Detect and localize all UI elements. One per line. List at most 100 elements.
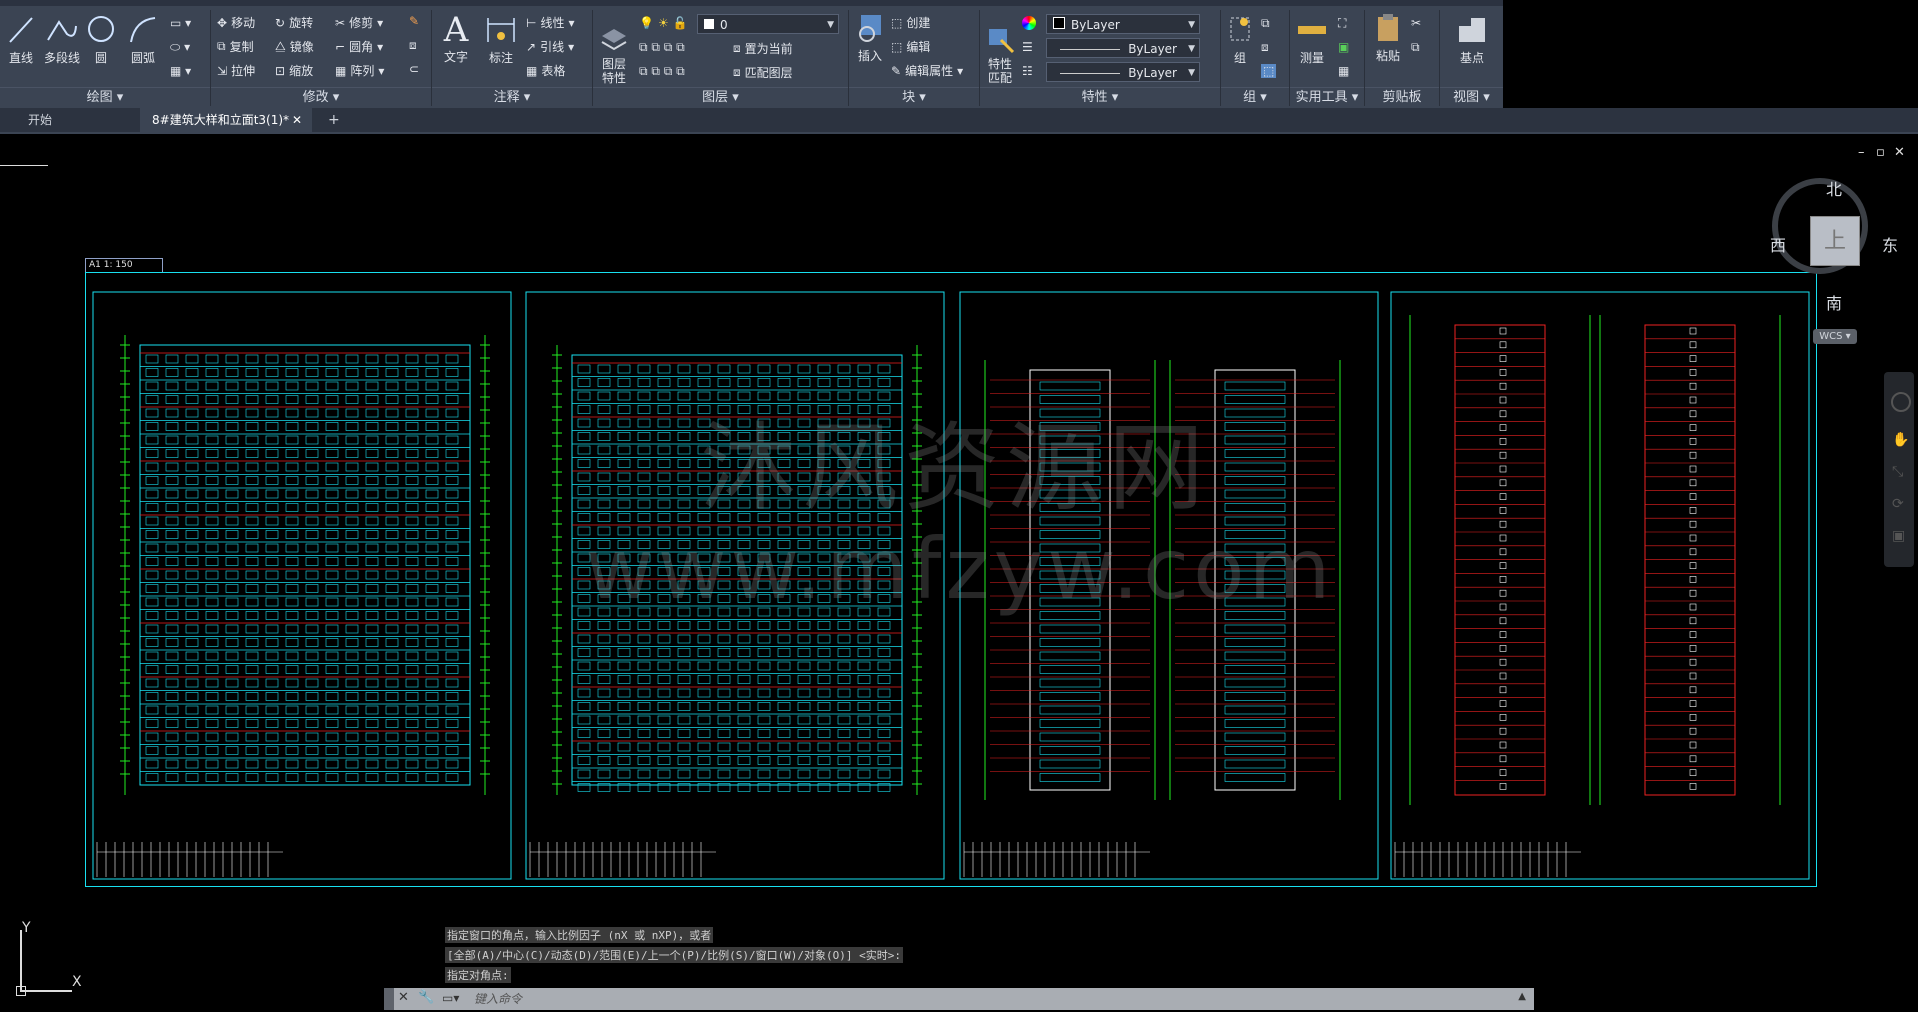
- viewcube-south[interactable]: 南: [1826, 290, 1842, 314]
- window: [797, 621, 811, 630]
- watermark-text: 沐风资源网: [700, 412, 1210, 524]
- section-detail: [1499, 700, 1507, 707]
- section-detail: [1689, 727, 1697, 735]
- window: [697, 702, 711, 711]
- window: [677, 499, 691, 509]
- window-band: [1039, 746, 1101, 755]
- window: [857, 364, 871, 374]
- window: [405, 746, 419, 755]
- zoom-icon[interactable]: ⤡: [1892, 464, 1903, 480]
- window: [205, 570, 219, 580]
- window: [165, 692, 179, 701]
- window: [245, 516, 259, 526]
- window: [305, 462, 319, 472]
- window: [205, 719, 219, 728]
- window: [205, 395, 219, 404]
- pan-icon[interactable]: ✋: [1892, 432, 1909, 448]
- window: [225, 395, 239, 404]
- window: [165, 435, 179, 445]
- window: [245, 503, 259, 512]
- window: [365, 516, 379, 526]
- window: [265, 516, 279, 526]
- window: [425, 746, 439, 755]
- wcs-dropdown[interactable]: WCS ▾: [1813, 329, 1857, 344]
- window: [617, 364, 631, 374]
- window: [877, 769, 891, 779]
- window: [305, 651, 319, 661]
- window: [185, 368, 199, 377]
- window: [877, 364, 891, 374]
- window: [265, 719, 279, 728]
- window: [677, 675, 691, 684]
- viewcube-north[interactable]: 北: [1826, 176, 1842, 200]
- window: [617, 742, 631, 752]
- viewcube-top-face[interactable]: 上: [1810, 216, 1860, 266]
- window: [365, 665, 379, 674]
- window: [597, 364, 611, 374]
- navigation-bar: ✋ ⤡ ⟳ ▣: [1884, 372, 1914, 567]
- customize-wrench-icon[interactable]: 🔧: [418, 990, 434, 1005]
- window: [165, 638, 179, 647]
- window: [597, 432, 611, 441]
- window: [365, 746, 379, 755]
- orbit-icon[interactable]: ⟳: [1892, 496, 1904, 512]
- section-detail: [1499, 451, 1507, 459]
- window: [737, 634, 751, 644]
- command-line: ✕ 🔧 ▭▾ 键入命令 ▲: [384, 988, 1534, 1010]
- window: [877, 688, 891, 698]
- viewcube-east[interactable]: 东: [1882, 232, 1898, 256]
- window: [345, 584, 359, 593]
- section-detail: [1499, 562, 1507, 569]
- command-history-toggle-icon[interactable]: ▲: [1518, 991, 1526, 1002]
- window: [285, 759, 299, 769]
- window: [285, 611, 299, 620]
- window: [657, 621, 671, 630]
- window: [325, 462, 339, 472]
- section-detail: [1499, 410, 1507, 418]
- window: [445, 678, 459, 688]
- window: [325, 368, 339, 377]
- window: [577, 405, 591, 414]
- section-detail: [1499, 438, 1507, 445]
- window: [265, 678, 279, 688]
- window: [245, 651, 259, 661]
- window: [305, 732, 319, 742]
- ucs-x-axis: [20, 990, 72, 992]
- window: [577, 688, 591, 698]
- viewcube-west[interactable]: 西: [1770, 232, 1786, 256]
- window: [245, 705, 259, 715]
- steering-wheel-icon[interactable]: [1891, 392, 1911, 412]
- window: [305, 449, 319, 458]
- window-band: [1224, 462, 1286, 472]
- section-detail: [1499, 396, 1507, 404]
- window: [325, 543, 339, 553]
- window: [245, 624, 259, 634]
- window: [857, 621, 871, 630]
- window: [185, 773, 199, 782]
- window: [185, 705, 199, 715]
- window: [637, 405, 651, 414]
- window: [365, 422, 379, 431]
- window: [185, 476, 199, 485]
- recent-commands-icon[interactable]: ▭▾: [442, 991, 459, 1005]
- window: [325, 624, 339, 634]
- window: [425, 665, 439, 674]
- window: [205, 638, 219, 647]
- window: [265, 638, 279, 647]
- window: [365, 530, 379, 539]
- close-command-icon[interactable]: ✕: [398, 990, 409, 1005]
- command-line-grip[interactable]: [384, 988, 394, 1010]
- window: [445, 705, 459, 715]
- window: [325, 732, 339, 742]
- window: [365, 719, 379, 728]
- showmotion-icon[interactable]: ▣: [1892, 528, 1905, 544]
- command-input[interactable]: 键入命令: [474, 988, 522, 1010]
- window: [225, 489, 239, 499]
- window: [365, 678, 379, 688]
- window: [637, 432, 651, 441]
- window: [837, 769, 851, 779]
- window: [857, 634, 871, 644]
- window-band: [1039, 665, 1101, 674]
- window: [877, 648, 891, 657]
- window: [445, 773, 459, 782]
